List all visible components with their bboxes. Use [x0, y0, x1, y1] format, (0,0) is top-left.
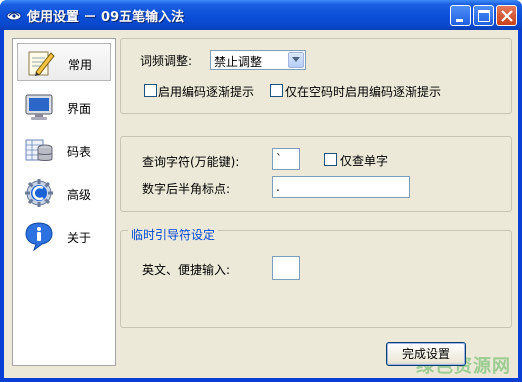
- notepad-pencil-icon: [28, 51, 55, 76]
- close-button[interactable]: [496, 5, 517, 26]
- sidebar-item-interface[interactable]: 界面: [17, 88, 111, 126]
- gear-icon: [25, 179, 53, 207]
- chevron-down-icon[interactable]: [288, 52, 304, 68]
- app-icon: [6, 11, 22, 21]
- single-char-checkbox-label: 仅查单字: [340, 154, 389, 168]
- client-area: 常用 界面 码表 高级 关于 词频调整: 禁止调整 启用编码逐渐提示 仅在空码时…: [4, 30, 518, 378]
- sidebar-item-label: 关于: [67, 231, 92, 245]
- query-char-input[interactable]: `: [272, 148, 300, 170]
- minimize-icon: [456, 19, 463, 22]
- freq-select-value: 禁止调整: [214, 55, 263, 69]
- query-label: 查询字符(万能键):: [142, 155, 240, 169]
- freq-select[interactable]: 禁止调整: [210, 50, 306, 70]
- close-icon: [501, 10, 513, 22]
- hint-space-checkbox-label: 仅在空码时启用编码逐渐提示: [285, 85, 442, 99]
- sidebar-item-advanced[interactable]: 高级: [17, 174, 111, 212]
- hint-space-checkbox[interactable]: [270, 84, 283, 97]
- general-options-group: [120, 38, 512, 114]
- guide-legend: 临时引导符设定: [128, 226, 219, 243]
- sidebar: 常用 界面 码表 高级 关于: [12, 38, 116, 366]
- window-title: 使用设置 － 09五笔输入法: [27, 10, 185, 25]
- database-table-icon: [25, 139, 53, 161]
- minimize-button[interactable]: [450, 5, 471, 26]
- hint-checkbox-label: 启用编码逐渐提示: [158, 85, 255, 99]
- guide-char-group: [120, 230, 512, 328]
- maximize-icon: [478, 10, 490, 22]
- single-char-checkbox[interactable]: [324, 153, 337, 166]
- title-bar[interactable]: 使用设置 － 09五笔输入法: [0, 0, 522, 30]
- done-button[interactable]: 完成设置: [386, 342, 466, 366]
- settings-window: 使用设置 － 09五笔输入法 常用 界面 码表 高级 关于 词频调整: 禁止调整…: [0, 0, 522, 382]
- hint-checkbox[interactable]: [144, 84, 157, 97]
- english-input[interactable]: [272, 256, 300, 280]
- sidebar-item-label: 常用: [68, 58, 93, 72]
- sidebar-item-codetable[interactable]: 码表: [17, 131, 111, 169]
- query-options-group: [120, 136, 512, 212]
- sidebar-item-label: 界面: [67, 102, 92, 116]
- sidebar-item-general[interactable]: 常用: [17, 43, 111, 81]
- info-icon: [25, 222, 53, 252]
- english-label: 英文、便捷输入:: [142, 263, 231, 277]
- sidebar-item-label: 高级: [67, 188, 92, 202]
- punct-label: 数字后半角标点:: [142, 182, 231, 196]
- monitor-icon: [25, 94, 53, 120]
- punct-input[interactable]: .: [272, 176, 410, 198]
- freq-label: 词频调整:: [140, 54, 193, 68]
- maximize-button[interactable]: [473, 5, 494, 26]
- sidebar-item-about[interactable]: 关于: [17, 217, 111, 255]
- sidebar-item-label: 码表: [67, 145, 92, 159]
